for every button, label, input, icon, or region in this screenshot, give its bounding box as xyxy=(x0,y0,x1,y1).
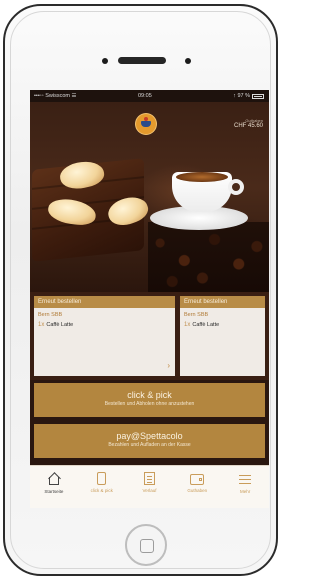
click-and-pick-button[interactable]: click & pick Bestellen und Abholen ohne … xyxy=(34,383,265,417)
tab-more[interactable]: Mehr xyxy=(221,466,269,508)
tab-label: Guthaben xyxy=(187,488,208,493)
coffee-beans xyxy=(148,222,269,292)
clock: 09:05 xyxy=(138,93,152,99)
home-button[interactable] xyxy=(125,524,167,566)
front-camera xyxy=(102,58,108,64)
reorder-cards: Erneut bestellen Bern SBB 1x Caffè Latte… xyxy=(30,292,269,380)
battery-icon xyxy=(252,93,264,99)
credit-display[interactable]: Guthaben CHF 45.60 xyxy=(234,118,263,129)
cup-handle xyxy=(228,179,244,195)
store-name: Bern SBB xyxy=(184,312,209,318)
product-name: Caffè Latte xyxy=(192,322,220,328)
tab-bar: Startseite click & pick Verlauf Guthaben… xyxy=(30,465,269,508)
battery-percent: ↑ 97 % xyxy=(233,93,250,99)
wallet-icon xyxy=(190,474,205,485)
earpiece-speaker xyxy=(118,57,166,64)
tab-click-and-pick[interactable]: click & pick xyxy=(78,466,126,508)
status-bar: •••◦◦ Swisscom ☰ 09:05 ↑ 97 % xyxy=(30,90,269,102)
document-icon xyxy=(143,472,155,485)
quantity: 1x xyxy=(38,322,45,328)
product-name: Caffè Latte xyxy=(46,322,74,328)
tab-home[interactable]: Startseite xyxy=(30,466,78,508)
phone-icon xyxy=(97,472,107,485)
reorder-card[interactable]: Erneut bestellen Bern SBB 1x Caffè Latte xyxy=(180,296,265,376)
reorder-card-header: Erneut bestellen xyxy=(180,296,265,308)
coffee-crema xyxy=(176,172,228,182)
tab-label: click & pick xyxy=(90,488,113,493)
carrier-label: •••◦◦ Swisscom ☰ xyxy=(34,93,77,99)
tab-credit[interactable]: Guthaben xyxy=(173,466,221,508)
tab-label: Mehr xyxy=(239,489,251,494)
reorder-card-header: Erneut bestellen xyxy=(34,296,175,308)
pay-spettacolo-button[interactable]: pay@Spettacolo Bezahlen und Aufladen an … xyxy=(34,424,265,458)
click-and-pick-subtitle: Bestellen und Abholen ohne anzustehen xyxy=(104,401,195,407)
coffee-cup-logo-icon[interactable] xyxy=(136,114,156,134)
order-item: 1x Caffè Latte xyxy=(184,322,261,328)
order-item: 1x Caffè Latte xyxy=(38,322,171,328)
pay-spettacolo-subtitle: Bezahlen und Aufladen an der Kasse xyxy=(108,442,191,448)
home-button-icon xyxy=(140,539,154,553)
menu-icon xyxy=(238,472,252,486)
credit-label: Guthaben xyxy=(245,118,263,123)
reorder-card[interactable]: Erneut bestellen Bern SBB 1x Caffè Latte… xyxy=(34,296,175,376)
proximity-sensor xyxy=(185,58,191,64)
quantity: 1x xyxy=(184,322,191,328)
tab-label: Verlauf xyxy=(142,488,157,493)
store-name: Bern SBB xyxy=(38,312,63,318)
chevron-right-icon[interactable]: › xyxy=(167,361,170,370)
click-and-pick-title: click & pick xyxy=(127,390,172,400)
tab-history[interactable]: Verlauf xyxy=(126,466,174,508)
home-icon xyxy=(47,472,61,486)
app-screen: •••◦◦ Swisscom ☰ 09:05 ↑ 97 % Guthaben C… xyxy=(30,90,269,508)
credit-amount: CHF 45.60 xyxy=(233,123,263,129)
battery-status: ↑ 97 % xyxy=(233,93,264,99)
tab-label: Startseite xyxy=(44,489,64,494)
hero-image: Guthaben CHF 45.60 xyxy=(30,102,269,292)
pay-spettacolo-title: pay@Spettacolo xyxy=(116,431,183,441)
